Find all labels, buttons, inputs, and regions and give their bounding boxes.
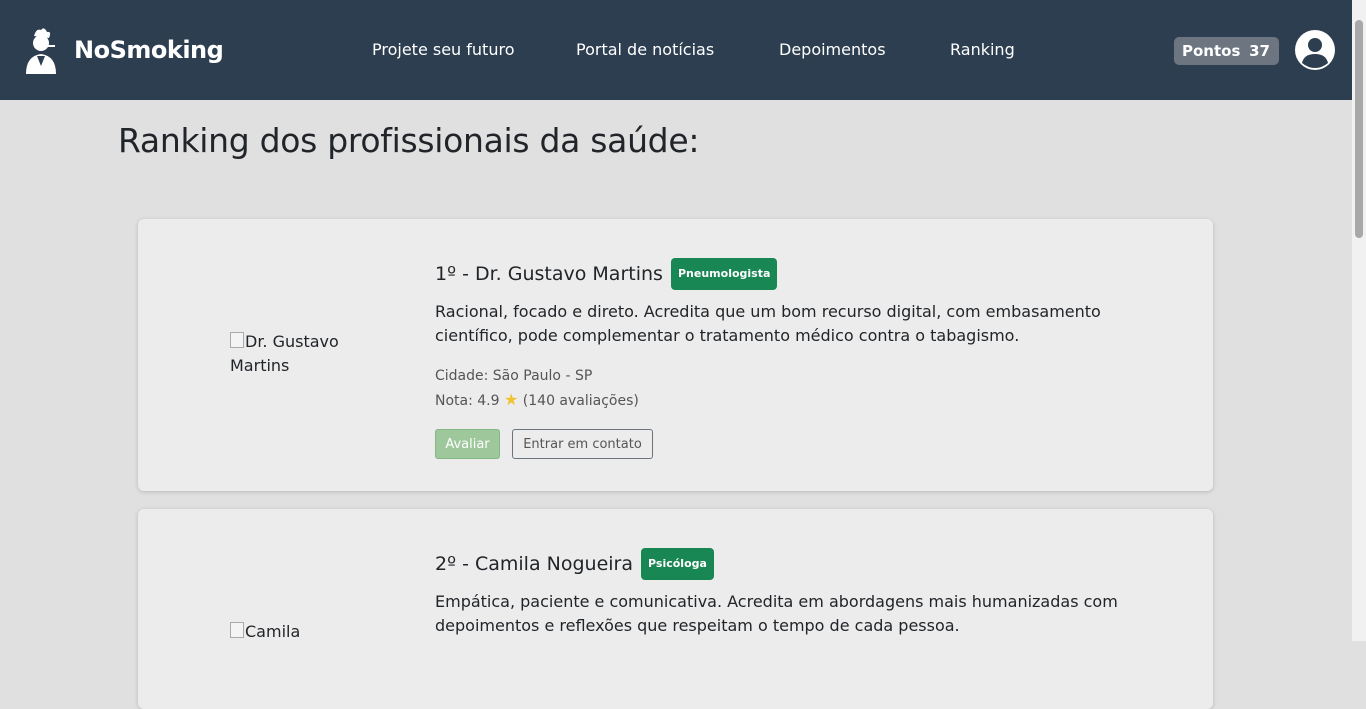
professional-card: Dr. Gustavo Martins 1º - Dr. Gustavo Mar… bbox=[138, 219, 1213, 491]
user-avatar-icon[interactable] bbox=[1294, 29, 1336, 71]
star-icon: ★ bbox=[504, 390, 519, 409]
professional-name: 2º - Camila Nogueira bbox=[435, 553, 633, 575]
professional-name: 1º - Dr. Gustavo Martins bbox=[435, 263, 663, 285]
specialty-badge: Pneumologista bbox=[670, 258, 778, 290]
points-value: 37 bbox=[1249, 42, 1270, 60]
professional-city: Cidade: São Paulo - SP bbox=[435, 368, 593, 384]
professional-photo: Camila bbox=[230, 620, 370, 644]
professional-rating: Nota: 4.9 ★ (140 avaliações) bbox=[435, 388, 1135, 413]
photo-alt-text: Dr. Gustavo Martins bbox=[230, 332, 339, 375]
professional-description: Racional, focado e direto. Acredita que … bbox=[435, 302, 1101, 345]
points-label: Pontos bbox=[1182, 42, 1241, 60]
broken-image-icon bbox=[230, 332, 244, 348]
professional-title: 2º - Camila Nogueira Psicóloga bbox=[435, 548, 1135, 580]
nav-link-depoimentos[interactable]: Depoimentos bbox=[779, 40, 886, 59]
top-navbar: NoSmoking Projete seu futuro Portal de n… bbox=[0, 0, 1352, 100]
professional-title: 1º - Dr. Gustavo Martins Pneumologista bbox=[435, 258, 1135, 290]
scrollbar-thumb[interactable] bbox=[1355, 20, 1363, 238]
professional-photo: Dr. Gustavo Martins bbox=[230, 330, 370, 378]
card-actions: Avaliar Entrar em contato bbox=[435, 429, 1135, 459]
contact-button[interactable]: Entrar em contato bbox=[512, 429, 653, 459]
page-title: Ranking dos profissionais da saúde: bbox=[118, 121, 700, 160]
page-scrollbar[interactable] bbox=[1352, 0, 1366, 641]
specialty-badge: Psicóloga bbox=[641, 548, 714, 580]
points-badge[interactable]: Pontos 37 bbox=[1174, 37, 1279, 65]
nav-link-projete[interactable]: Projete seu futuro bbox=[372, 40, 514, 59]
rating-label: Nota: 4.9 bbox=[435, 393, 500, 409]
professional-description: Empática, paciente e comunicativa. Acred… bbox=[435, 592, 1118, 635]
smoker-character-icon bbox=[26, 28, 56, 74]
brand-link[interactable]: NoSmoking bbox=[22, 26, 224, 74]
review-count: (140 avaliações) bbox=[522, 393, 639, 409]
professional-card: Camila 2º - Camila Nogueira Psicóloga Em… bbox=[138, 509, 1213, 709]
card-body: 2º - Camila Nogueira Psicóloga Empática,… bbox=[435, 548, 1135, 638]
photo-alt-text: Camila bbox=[245, 622, 301, 641]
broken-image-icon bbox=[230, 622, 244, 638]
rate-button[interactable]: Avaliar bbox=[435, 429, 500, 459]
nav-link-portal[interactable]: Portal de notícias bbox=[576, 40, 714, 59]
card-body: 1º - Dr. Gustavo Martins Pneumologista R… bbox=[435, 258, 1135, 459]
nav-link-ranking[interactable]: Ranking bbox=[950, 40, 1015, 59]
brand-name: NoSmoking bbox=[74, 36, 224, 64]
